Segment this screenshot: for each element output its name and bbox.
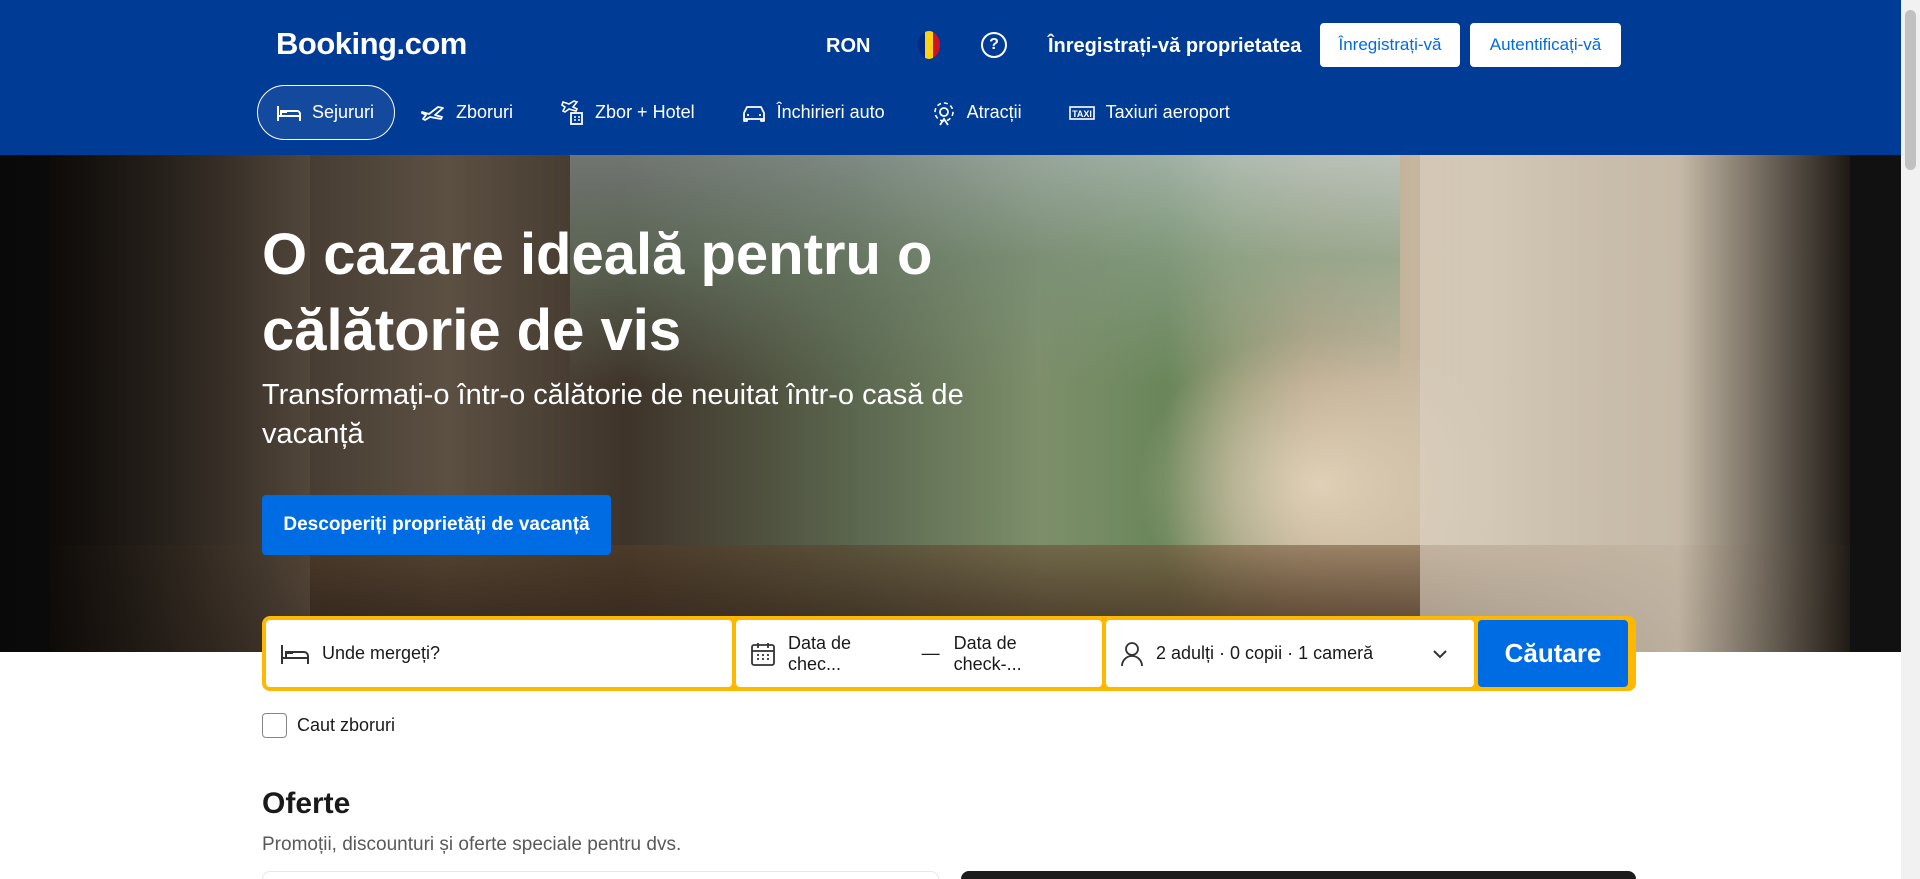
- attractions-icon: [933, 101, 954, 125]
- nav-item-label: Zbor + Hotel: [595, 102, 695, 122]
- nav-item-flights[interactable]: Zboruri: [401, 85, 534, 140]
- nav-item-airport-taxis[interactable]: TAXI Taxiuri aeroport: [1049, 85, 1251, 140]
- guests-field[interactable]: 2 adulți · 0 copii · 1 cameră: [1106, 620, 1474, 687]
- taxi-icon: TAXI: [1068, 105, 1095, 120]
- hero-subtitle: Transformați-o într-o călătorie de neuit…: [262, 379, 964, 450]
- romania-flag-icon[interactable]: [918, 31, 940, 59]
- destination-input[interactable]: Unde mergeți?: [322, 643, 440, 664]
- page-scrollbar[interactable]: [1901, 0, 1920, 879]
- search-button[interactable]: Căutare: [1478, 620, 1628, 687]
- bed-icon: [277, 105, 301, 121]
- nav-item-label: Sejururi: [312, 102, 375, 122]
- chevron-down-icon[interactable]: [1432, 649, 1448, 659]
- dates-field[interactable]: Data de chec... — Data de check-...: [736, 620, 1102, 687]
- offer-card[interactable]: [961, 871, 1636, 879]
- hero-banner: O cazare ideală pentru o călătorie de vi…: [0, 155, 1901, 652]
- scrollbar-thumb[interactable]: [1905, 10, 1916, 170]
- help-icon[interactable]: ?: [981, 32, 1007, 58]
- nav-item-stays[interactable]: Sejururi: [257, 85, 396, 140]
- checkin-date[interactable]: Data de chec...: [788, 633, 908, 675]
- plane-icon: [421, 105, 444, 121]
- product-nav: Sejururi Zboruri Zbor + Hotel Închirieri…: [257, 85, 1257, 140]
- nav-item-label: Zboruri: [456, 102, 514, 122]
- register-button[interactable]: Înregistrați-vă: [1320, 23, 1460, 67]
- sign-in-button[interactable]: Autentificați-vă: [1470, 23, 1621, 67]
- calendar-icon: [751, 642, 775, 666]
- hero-title: O cazare ideală pentru o călătorie de vi…: [262, 222, 933, 363]
- list-property-link[interactable]: Înregistrați-vă proprietatea: [1048, 35, 1301, 58]
- currency-selector[interactable]: RON: [826, 35, 870, 58]
- nav-item-label: Închirieri auto: [776, 102, 885, 122]
- car-icon: [742, 105, 765, 122]
- search-bar: Unde mergeți? Data de chec... — Data de …: [262, 616, 1636, 691]
- guests-summary: 2 adulți · 0 copii · 1 cameră: [1120, 641, 1373, 667]
- date-separator: —: [921, 643, 940, 663]
- nav-item-flight-hotel[interactable]: Zbor + Hotel: [540, 85, 716, 140]
- nav-item-car-rental[interactable]: Închirieri auto: [722, 85, 906, 140]
- destination-field[interactable]: Unde mergeți?: [266, 620, 732, 687]
- svg-text:TAXI: TAXI: [1072, 109, 1092, 119]
- flight-hotel-icon: [561, 99, 583, 125]
- flights-checkbox-label: Caut zboruri: [297, 715, 396, 735]
- bed-icon: [281, 644, 309, 664]
- site-header: Booking.com RON ? Înregistrați-vă propri…: [0, 0, 1901, 155]
- nav-item-label: Taxiuri aeroport: [1105, 102, 1230, 122]
- flights-option[interactable]: Caut zboruri: [262, 713, 395, 738]
- flights-checkbox[interactable]: [262, 713, 287, 738]
- person-icon: [1121, 641, 1143, 666]
- nav-item-attractions[interactable]: Atracții: [912, 85, 1043, 140]
- offers-subtitle: Promoții, discounturi și oferte speciale…: [262, 834, 682, 855]
- offers-title: Oferte: [262, 787, 351, 820]
- nav-item-label: Atracții: [966, 102, 1022, 122]
- discover-vacation-homes-button[interactable]: Descoperiți proprietăți de vacanță: [262, 495, 611, 555]
- checkout-date[interactable]: Data de check-...: [954, 633, 1088, 675]
- booking-logo[interactable]: Booking.com: [276, 26, 467, 62]
- offer-card[interactable]: [262, 871, 939, 879]
- guests-label: 2 adulți · 0 copii · 1 cameră: [1156, 643, 1374, 663]
